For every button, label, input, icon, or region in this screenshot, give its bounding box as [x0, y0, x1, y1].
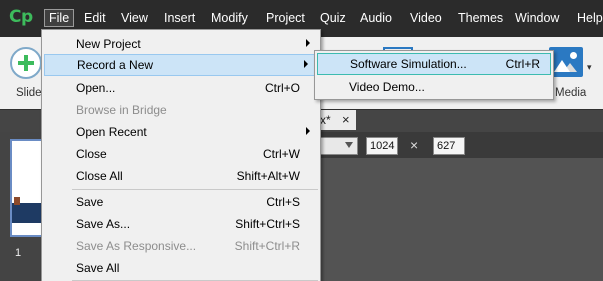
menu-item-label: Record a New — [77, 58, 154, 72]
menu-item-label: Save As... — [76, 217, 131, 231]
chevron-down-icon — [345, 142, 353, 148]
mountain-icon-front — [554, 60, 570, 72]
menu-item-shortcut: Shift+Ctrl+S — [235, 217, 300, 231]
sun-icon — [570, 52, 577, 59]
menu-edit[interactable]: Edit — [84, 11, 106, 25]
menu-item-label: New Project — [76, 37, 141, 51]
file-menu-dropdown: New Project Record a New Open... Ctrl+O … — [41, 29, 321, 281]
add-slide-icon[interactable] — [10, 47, 42, 79]
height-field[interactable]: 627 — [433, 137, 465, 155]
submenu-arrow-icon — [306, 127, 310, 135]
tab-close-icon[interactable]: × — [342, 112, 350, 127]
media-dropdown-arrow-icon[interactable]: ▾ — [587, 62, 592, 73]
record-submenu: Software Simulation... Ctrl+R Video Demo… — [314, 50, 554, 100]
menu-help[interactable]: Help — [577, 11, 603, 25]
menu-item-label: Open Recent — [76, 125, 147, 139]
dimension-separator: × — [410, 137, 419, 153]
menu-video[interactable]: Video — [410, 11, 442, 25]
menu-item-save-all[interactable]: Save All — [42, 257, 320, 279]
menu-project[interactable]: Project — [266, 11, 305, 25]
menu-item-label: Browse in Bridge — [76, 103, 167, 117]
submenu-arrow-icon — [306, 39, 310, 47]
app-logo: Cp — [9, 7, 33, 27]
menu-item-label: Open... — [76, 81, 116, 95]
menu-window[interactable]: Window — [515, 11, 559, 25]
menu-insert[interactable]: Insert — [164, 11, 195, 25]
thumbnail-image-detail — [14, 197, 20, 205]
menu-file[interactable]: File — [44, 9, 75, 27]
submenu-arrow-icon — [304, 60, 308, 68]
width-field[interactable]: 1024 — [366, 137, 398, 155]
resolution-select[interactable] — [318, 137, 358, 155]
menu-item-browse-in-bridge: Browse in Bridge — [42, 99, 320, 121]
menu-item-shortcut: Ctrl+O — [264, 81, 300, 95]
menu-item-shortcut: Ctrl+S — [266, 195, 300, 209]
menu-quiz[interactable]: Quiz — [320, 11, 346, 25]
menu-item-label: Save As Responsive... — [76, 239, 197, 253]
menu-item-shortcut: Shift+Alt+W — [236, 169, 300, 183]
menu-modify[interactable]: Modify — [211, 11, 248, 25]
menu-view[interactable]: View — [121, 11, 148, 25]
menu-item-shortcut: Ctrl+W — [263, 147, 300, 161]
menu-item-label: Software Simulation... — [350, 57, 467, 71]
media-image-icon[interactable] — [549, 47, 583, 77]
menu-item-record-a-new[interactable]: Record a New — [44, 54, 318, 76]
menu-item-close[interactable]: Close Ctrl+W — [42, 143, 320, 165]
menu-item-video-demo[interactable]: Video Demo... — [315, 76, 553, 98]
menu-item-software-simulation[interactable]: Software Simulation... Ctrl+R — [317, 53, 551, 75]
media-button-label[interactable]: Media — [555, 87, 586, 99]
menu-item-open-recent[interactable]: Open Recent — [42, 121, 320, 143]
menu-themes[interactable]: Themes — [458, 11, 503, 25]
menu-item-label: Close — [76, 147, 107, 161]
menu-audio[interactable]: Audio — [360, 11, 392, 25]
menu-item-new-project[interactable]: New Project — [42, 33, 320, 55]
menu-item-label: Video Demo... — [349, 80, 425, 94]
menu-item-shortcut: Shift+Ctrl+R — [234, 239, 300, 253]
menu-separator — [72, 189, 318, 190]
menu-item-save-as-responsive: Save As Responsive... Shift+Ctrl+R — [42, 235, 320, 257]
slide-number: 1 — [15, 247, 22, 259]
document-tab[interactable]: x* × — [318, 110, 356, 130]
plus-icon-v — [24, 55, 28, 71]
menu-item-label: Save — [76, 195, 104, 209]
menu-item-shortcut: Ctrl+R — [505, 57, 540, 71]
menu-item-save[interactable]: Save Ctrl+S — [42, 191, 320, 213]
menu-item-label: Save All — [76, 261, 120, 275]
slide-button-label[interactable]: Slide — [16, 87, 42, 99]
menu-item-close-all[interactable]: Close All Shift+Alt+W — [42, 165, 320, 187]
menu-item-open[interactable]: Open... Ctrl+O — [42, 77, 320, 99]
menu-item-save-as[interactable]: Save As... Shift+Ctrl+S — [42, 213, 320, 235]
document-tab-label: x* — [320, 113, 331, 127]
menu-item-label: Close All — [76, 169, 123, 183]
